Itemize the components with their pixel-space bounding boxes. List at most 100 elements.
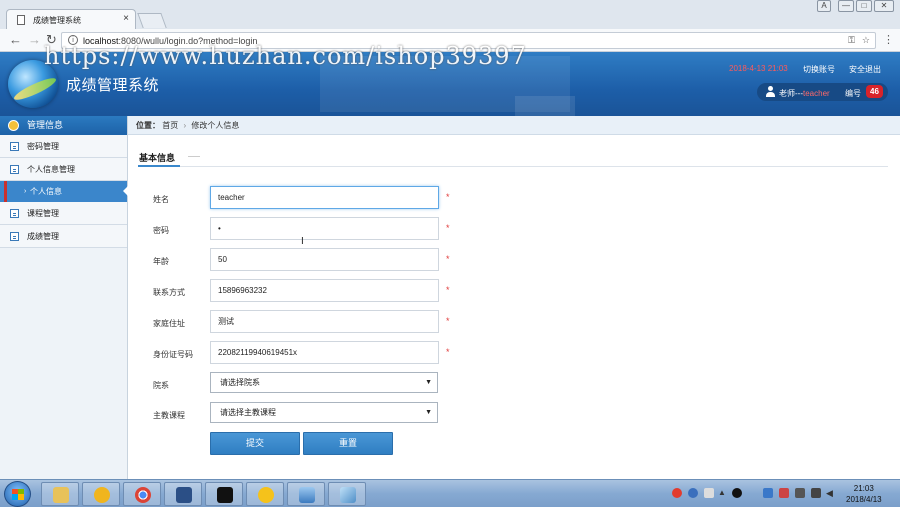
dropdown-caret-icon: ▼: [425, 379, 432, 386]
sidebar-header: 管理信息: [0, 116, 127, 135]
back-arrow-icon[interactable]: ←: [9, 32, 22, 47]
user-icon: [766, 86, 775, 97]
app-icon: [258, 487, 274, 503]
section-title: 基本信息: [139, 153, 176, 163]
submit-button[interactable]: 提交: [210, 432, 300, 455]
app-icon: [94, 487, 110, 503]
bookmark-star-icon[interactable]: ☆: [862, 35, 870, 46]
terminal-taskbar-button[interactable]: [205, 482, 243, 506]
system-clock[interactable]: 21:03 2018/4/13: [846, 483, 882, 505]
explorer-taskbar-button[interactable]: [41, 482, 79, 506]
text-cursor-icon: I: [301, 236, 304, 247]
browser-menu-icon[interactable]: ⋮: [883, 33, 894, 46]
course-select[interactable]: 请选择主教课程 ▼: [210, 402, 438, 423]
key-icon[interactable]: ⚿: [848, 35, 855, 46]
header-datetime: 2018-4-13 21:03: [729, 64, 788, 73]
reset-button[interactable]: 重置: [303, 432, 393, 455]
sidebar-subitem-personal-info[interactable]: › 个人信息: [0, 181, 128, 202]
taskbar: ▲ ◀ 21:03 2018/4/13: [0, 479, 900, 507]
new-tab-button[interactable]: [137, 13, 167, 28]
app-icon: [340, 487, 356, 503]
phone-label: 联系方式: [153, 288, 185, 297]
logout-link[interactable]: 安全退出: [849, 64, 881, 75]
terminal-icon: [217, 487, 233, 503]
ide-taskbar-button[interactable]: [164, 482, 202, 506]
breadcrumb-current: 修改个人信息: [191, 121, 240, 130]
sidebar-item-personal-info[interactable]: 个人信息管理: [0, 158, 127, 181]
list-icon: [10, 142, 19, 151]
help-icon[interactable]: [688, 488, 698, 498]
form-row-name: 姓名 *: [128, 186, 900, 210]
tab-close-button[interactable]: ×: [123, 13, 129, 24]
user-info-pill: 老师---teacher 编号 46: [757, 83, 888, 101]
name-label: 姓名: [153, 195, 169, 204]
divider: [188, 156, 200, 157]
age-label: 年龄: [153, 257, 169, 266]
close-window-button[interactable]: ✕: [874, 0, 894, 12]
tray-app-icon[interactable]: [672, 488, 682, 498]
profile-button[interactable]: A: [817, 0, 831, 12]
required-mark: *: [446, 285, 450, 295]
required-mark: *: [446, 192, 450, 202]
tray-app-icon[interactable]: [779, 488, 789, 498]
ide-icon: [176, 487, 192, 503]
required-mark: *: [446, 316, 450, 326]
sidebar-item-password[interactable]: 密码管理: [0, 135, 127, 158]
idcard-input[interactable]: [210, 341, 439, 364]
network-icon[interactable]: [811, 488, 821, 498]
user-role: 老师---teacher: [779, 89, 830, 98]
switch-account-link[interactable]: 切换账号: [803, 64, 835, 75]
image-icon: [299, 487, 315, 503]
app-title: 成绩管理系统: [66, 77, 160, 94]
chrome-icon: [135, 487, 151, 503]
user-number-label: 编号: [845, 89, 861, 98]
age-input[interactable]: [210, 248, 439, 271]
start-button[interactable]: [4, 481, 31, 507]
volume-icon[interactable]: ◀: [826, 488, 836, 498]
minimize-button[interactable]: —: [838, 0, 854, 12]
forward-arrow-icon[interactable]: →: [28, 32, 41, 47]
qq-icon[interactable]: [732, 488, 742, 498]
form-row-phone: 联系方式 *: [128, 279, 900, 303]
sidebar-item-courses[interactable]: 课程管理: [0, 202, 127, 225]
form-row-idcard: 身份证号码 *: [128, 341, 900, 365]
windows-logo-icon: [12, 489, 24, 500]
list-icon: [10, 209, 19, 218]
form-row-department: 院系 请选择院系 ▼: [128, 372, 900, 396]
tab-title: 成绩管理系统: [33, 16, 81, 25]
user-number-badge: 46: [866, 85, 883, 98]
active-indicator: [4, 181, 7, 202]
tray-app-icon[interactable]: [704, 488, 714, 498]
browser-tab-bar: 成绩管理系统 × A — □ ✕: [0, 0, 900, 29]
app-taskbar-button[interactable]: [328, 482, 366, 506]
image-taskbar-button[interactable]: [287, 482, 325, 506]
required-mark: *: [446, 347, 450, 357]
phone-input[interactable]: [210, 279, 439, 302]
form-row-password: 密码 *: [128, 217, 900, 241]
tray-app-icon[interactable]: [795, 488, 805, 498]
name-input[interactable]: [210, 186, 439, 209]
department-select[interactable]: 请选择院系 ▼: [210, 372, 438, 393]
list-icon: [10, 232, 19, 241]
shield-icon[interactable]: [763, 488, 773, 498]
arrow-right-icon: ›: [24, 188, 27, 195]
password-input[interactable]: [210, 217, 439, 240]
document-icon: [17, 15, 25, 25]
sidebar: 管理信息 密码管理 个人信息管理 › 个人信息 课程管理 成绩管理: [0, 116, 128, 479]
main-content: 位置： 首页 › 修改个人信息 基本信息 姓名 * 密码 * 年龄 * 联系方式…: [128, 116, 900, 479]
maximize-button[interactable]: □: [856, 0, 872, 12]
breadcrumb: 位置： 首页 › 修改个人信息: [128, 116, 900, 135]
browser-tab[interactable]: 成绩管理系统 ×: [6, 9, 136, 29]
address-input[interactable]: [210, 310, 439, 333]
breadcrumb-home[interactable]: 首页: [162, 121, 178, 130]
section-accent: [138, 165, 180, 167]
address-label: 家庭住址: [153, 319, 185, 328]
app-taskbar-button[interactable]: [82, 482, 120, 506]
required-mark: *: [446, 254, 450, 264]
form-row-age: 年龄 *: [128, 248, 900, 272]
dropdown-caret-icon: ▼: [425, 409, 432, 416]
sidebar-item-grades[interactable]: 成绩管理: [0, 225, 127, 248]
app-taskbar-button[interactable]: [246, 482, 284, 506]
chevron-up-icon[interactable]: ▲: [718, 488, 728, 498]
chrome-taskbar-button[interactable]: [123, 482, 161, 506]
